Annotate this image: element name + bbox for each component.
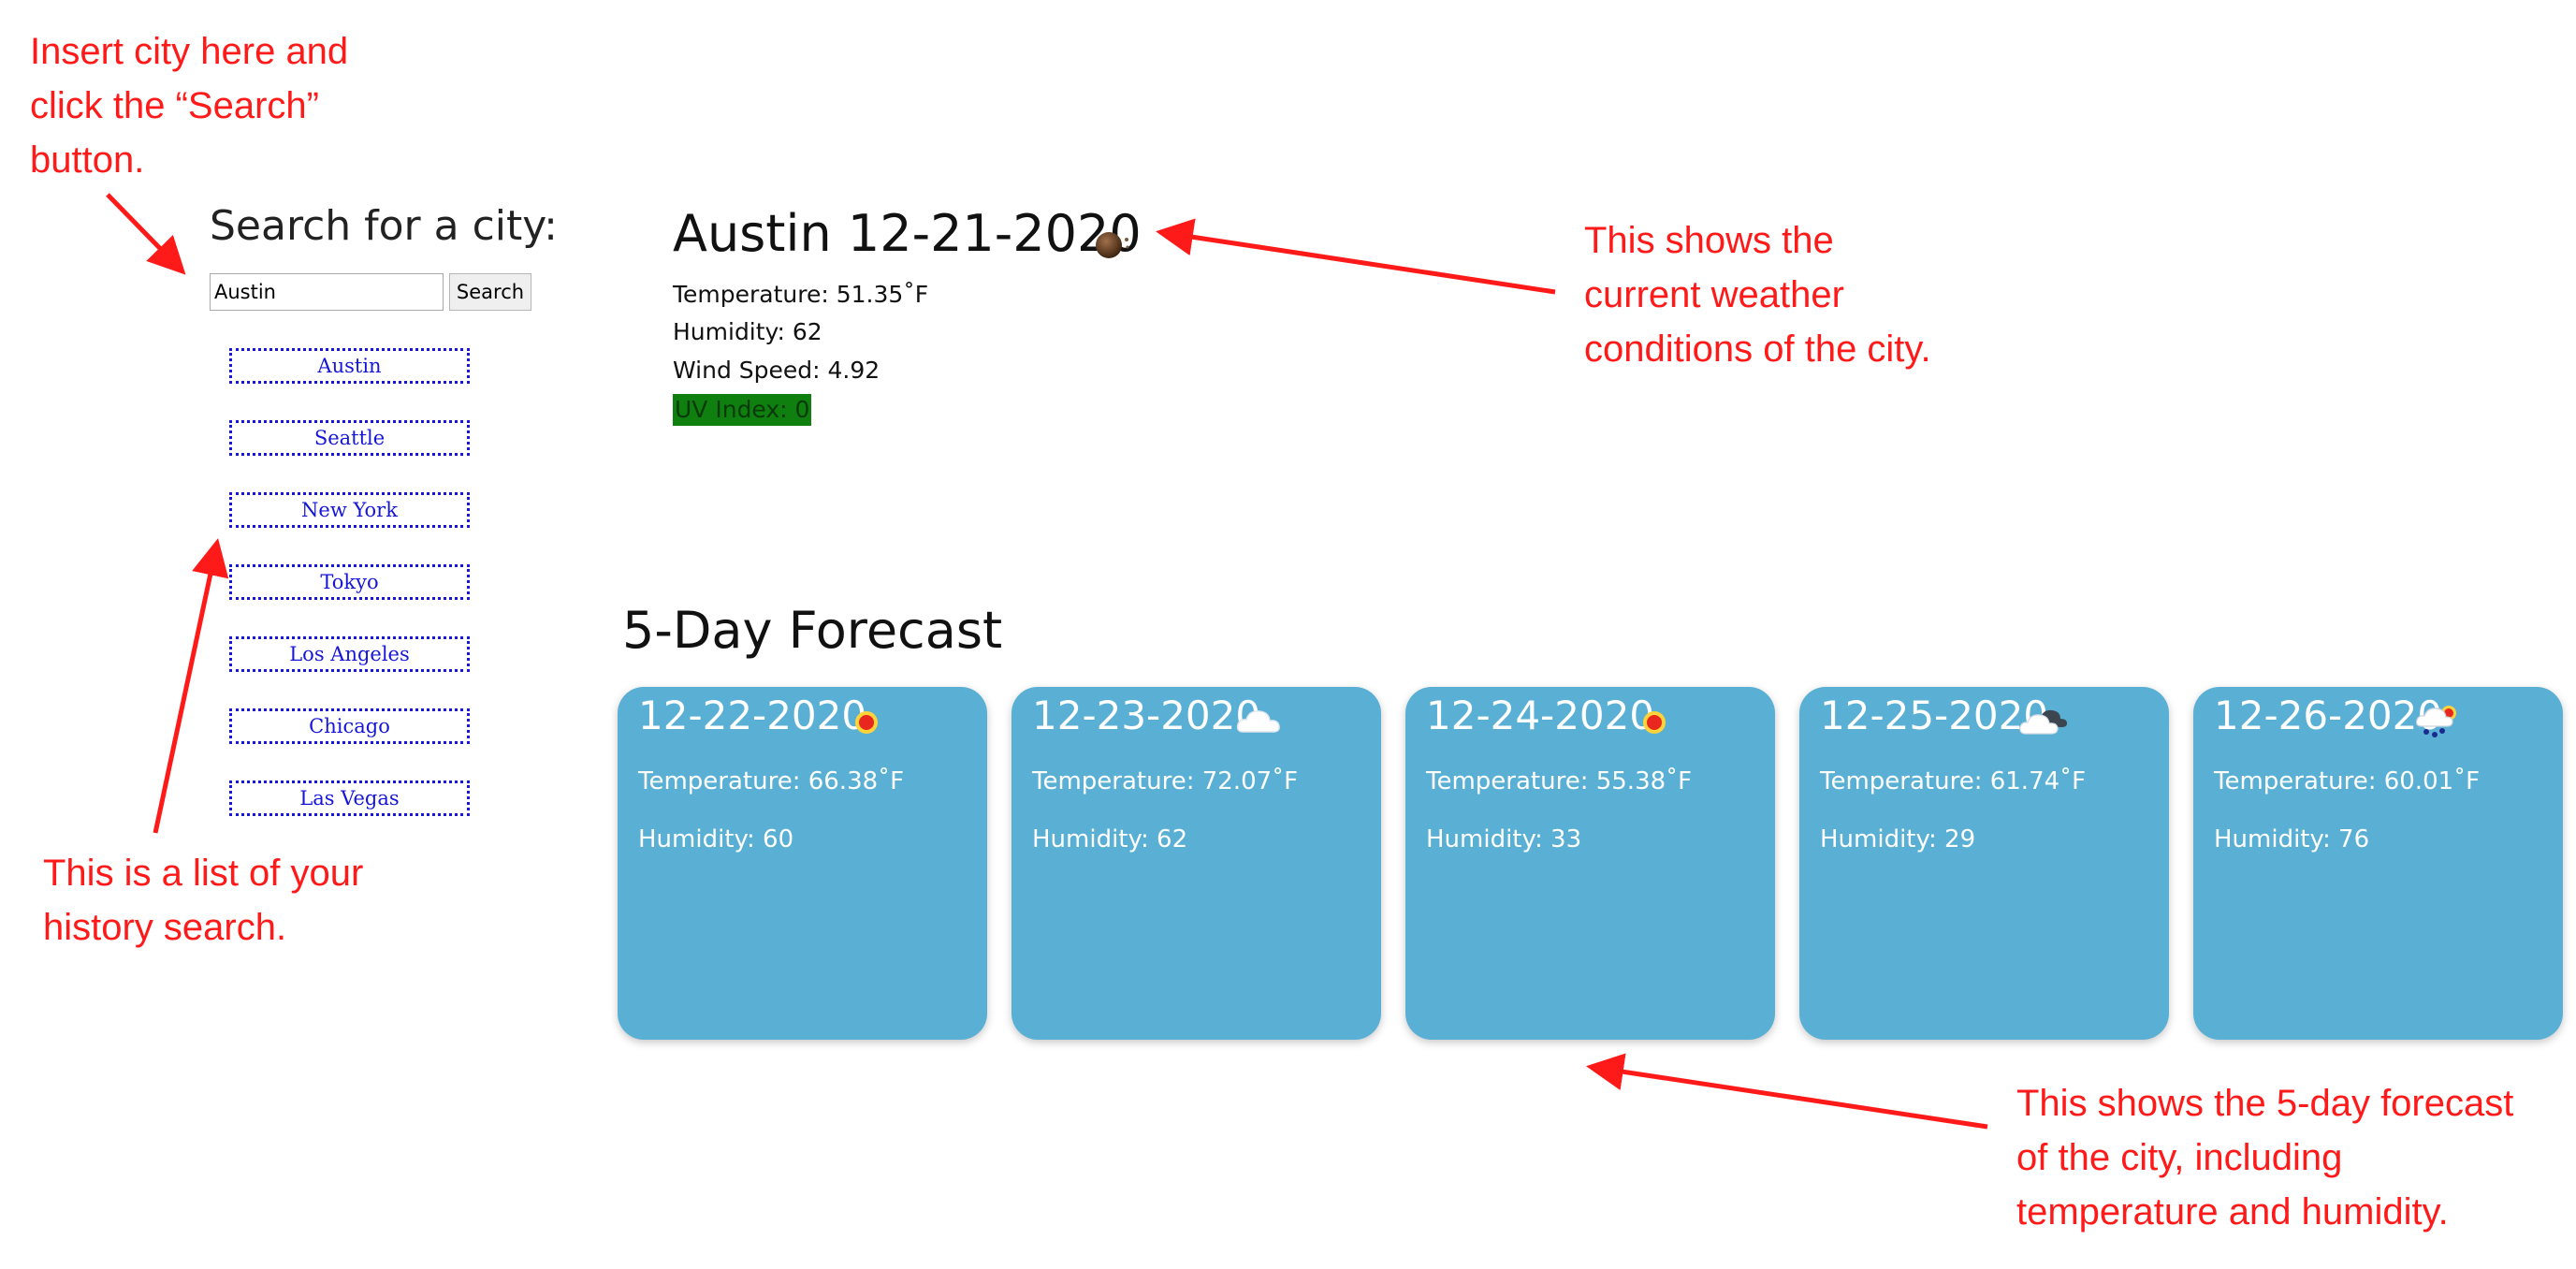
broken-clouds-icon — [2019, 709, 2067, 735]
forecast-date: 12-25-2020 — [1820, 693, 2049, 738]
forecast-humidity: Humidity: 29 — [1820, 825, 1976, 853]
forecast-date: 12-22-2020 — [638, 693, 867, 738]
moon-icon — [1096, 232, 1129, 258]
arrow-to-history-list — [153, 538, 229, 834]
current-humidity: Humidity: 62 — [673, 318, 822, 345]
rain-sun-icon — [2415, 706, 2456, 737]
search-button[interactable]: Search — [449, 273, 531, 311]
forecast-humidity: Humidity: 62 — [1032, 825, 1188, 853]
forecast-card: 12-24-2020 Temperature: 55.38˚F Humidity… — [1405, 687, 1775, 1040]
forecast-date: 12-23-2020 — [1032, 693, 1261, 738]
current-city-date-title: Austin 12-21-2020 — [673, 204, 1142, 263]
history-item-new-york[interactable]: New York — [229, 492, 470, 528]
history-item-las-vegas[interactable]: Las Vegas — [229, 780, 470, 816]
forecast-card: 12-25-2020 Temperature: 61.74˚F Humidity… — [1799, 687, 2169, 1040]
sun-icon — [1643, 711, 1666, 734]
history-item-seattle[interactable]: Seattle — [229, 420, 470, 456]
forecast-card: 12-26-2020 Temperature: 60.01˚F Humidity… — [2193, 687, 2563, 1040]
current-temperature: Temperature: 51.35˚F — [673, 281, 929, 308]
arrow-to-forecast — [1586, 1053, 1988, 1130]
city-search-input[interactable] — [210, 273, 444, 311]
current-wind-speed: Wind Speed: 4.92 — [673, 357, 880, 384]
forecast-humidity: Humidity: 60 — [638, 825, 794, 853]
sun-icon — [855, 711, 878, 734]
history-item-los-angeles[interactable]: Los Angeles — [229, 636, 470, 672]
history-item-chicago[interactable]: Chicago — [229, 708, 470, 744]
current-weather-annotation: This shows the current weather condition… — [1584, 220, 1931, 370]
forecast-card: 12-22-2020 Temperature: 66.38˚F Humidity… — [618, 687, 987, 1040]
history-item-tokyo[interactable]: Tokyo — [229, 564, 470, 600]
history-item-austin[interactable]: Austin — [229, 348, 470, 384]
search-annotation: Insert city here and click the “Search” … — [30, 31, 349, 181]
forecast-card: 12-23-2020 Temperature: 72.07˚F Humidity… — [1011, 687, 1381, 1040]
history-annotation: This is a list of your history search. — [43, 853, 364, 948]
forecast-date: 12-24-2020 — [1426, 693, 1655, 738]
forecast-heading: 5-Day Forecast — [622, 601, 1003, 660]
uv-index-badge: UV Index: 0 — [673, 394, 812, 426]
forecast-humidity: Humidity: 76 — [2214, 825, 2370, 853]
forecast-annotation: This shows the 5-day forecast of the cit… — [2016, 1083, 2514, 1233]
forecast-temperature: Temperature: 60.01˚F — [2214, 767, 2481, 795]
arrow-to-current-weather — [1156, 218, 1556, 295]
forecast-temperature: Temperature: 72.07˚F — [1032, 767, 1299, 795]
forecast-date: 12-26-2020 — [2214, 693, 2443, 738]
arrow-to-search-input — [106, 193, 186, 275]
forecast-temperature: Temperature: 61.74˚F — [1820, 767, 2087, 795]
cloud-icon — [1236, 710, 1280, 733]
forecast-temperature: Temperature: 55.38˚F — [1426, 767, 1693, 795]
forecast-temperature: Temperature: 66.38˚F — [638, 767, 905, 795]
search-heading: Search for a city: — [210, 202, 558, 250]
forecast-humidity: Humidity: 33 — [1426, 825, 1582, 853]
